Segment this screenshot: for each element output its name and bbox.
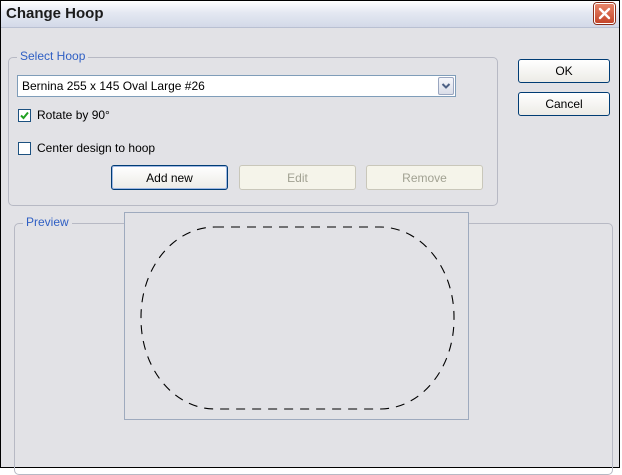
hoop-preview-canvas [124,212,469,420]
center-design-checkbox[interactable] [18,142,31,155]
center-design-label: Center design to hoop [37,141,156,155]
rotate-checkbox[interactable] [18,109,31,122]
ok-button[interactable]: OK [518,59,610,83]
select-hoop-group-label: Select Hoop [17,49,89,63]
checkmark-icon [20,111,29,120]
rotate-label: Rotate by 90° [37,108,110,122]
center-design-option[interactable]: Center design to hoop [18,141,218,158]
chevron-down-icon [441,83,451,89]
hoop-dropdown-value: Bernina 255 x 145 Oval Large #26 [22,79,205,93]
rotate-option[interactable]: Rotate by 90° [18,108,168,125]
title-bar[interactable]: Change Hoop [1,1,619,28]
close-button[interactable] [594,3,615,24]
hoop-dropdown-arrow[interactable] [438,77,454,95]
dialog-title: Change Hoop [6,5,104,22]
preview-group-label: Preview [23,215,72,229]
hoop-dropdown[interactable]: Bernina 255 x 145 Oval Large #26 [17,75,456,97]
add-new-button[interactable]: Add new [111,165,228,190]
cancel-button[interactable]: Cancel [518,92,610,116]
close-icon [598,7,611,20]
edit-button[interactable]: Edit [239,165,356,190]
remove-button[interactable]: Remove [366,165,483,190]
oval-hoop-outline [140,226,455,410]
